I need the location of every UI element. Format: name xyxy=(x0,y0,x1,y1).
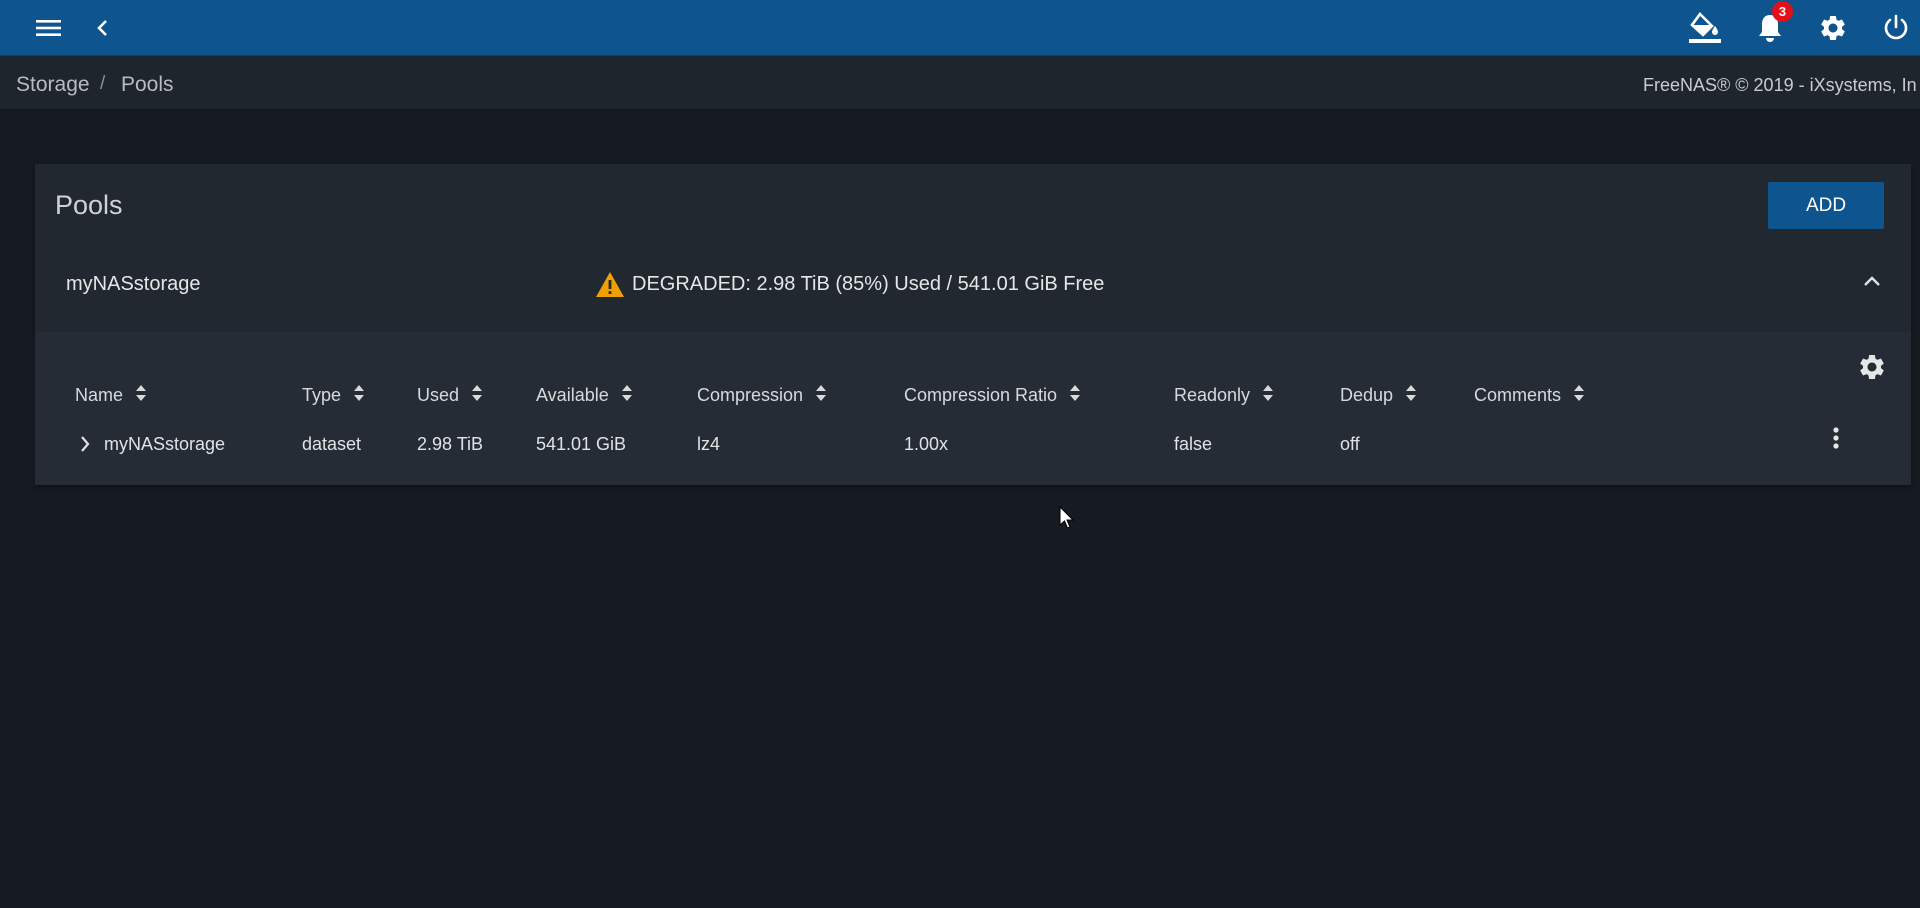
column-header-label: Compression xyxy=(697,385,804,405)
top-toolbar: 3 xyxy=(0,0,1920,56)
cell-type: dataset xyxy=(302,434,362,454)
gear-icon[interactable] xyxy=(1809,0,1857,56)
power-icon[interactable] xyxy=(1872,0,1920,56)
breadcrumb-bar: Storage / Pools FreeNAS® © 2019 - iXsyst… xyxy=(0,56,1920,110)
column-header-dedup[interactable]: Dedup xyxy=(1340,384,1417,407)
column-header-readonly[interactable]: Readonly xyxy=(1174,384,1274,407)
column-header-label: Used xyxy=(417,385,460,405)
notification-badge: 3 xyxy=(1772,1,1793,22)
chevron-left-icon[interactable] xyxy=(78,0,126,56)
chevron-right-icon[interactable] xyxy=(79,435,91,458)
page-title: Pools xyxy=(55,190,123,220)
sort-icon xyxy=(471,384,483,407)
pool-status: DEGRADED: 2.98 TiB (85%) Used / 541.01 G… xyxy=(632,273,1105,295)
column-header-label: Readonly xyxy=(1174,385,1251,405)
warning-icon xyxy=(595,271,625,303)
breadcrumb-item-pools: Pools xyxy=(121,73,174,96)
sort-icon xyxy=(1069,384,1081,407)
cell-dedup: off xyxy=(1340,434,1360,454)
column-header-used[interactable]: Used xyxy=(417,384,483,407)
cell-available: 541.01 GiB xyxy=(536,434,627,454)
sort-icon xyxy=(1262,384,1274,407)
column-header-type[interactable]: Type xyxy=(302,384,365,407)
column-header-compression-ratio[interactable]: Compression Ratio xyxy=(904,384,1081,407)
pool-name: myNASstorage xyxy=(66,273,201,295)
cell-readonly: false xyxy=(1174,434,1213,454)
column-header-label: Name xyxy=(75,385,124,405)
column-header-label: Available xyxy=(536,385,609,405)
pool-header[interactable]: myNASstorage DEGRADED: 2.98 TiB (85%) Us… xyxy=(35,256,1911,312)
add-pool-button[interactable]: ADD xyxy=(1768,182,1884,229)
menu-icon[interactable] xyxy=(25,0,73,56)
cell-used: 2.98 TiB xyxy=(417,434,484,454)
sort-icon xyxy=(353,384,365,407)
column-header-label: Type xyxy=(302,385,342,405)
chevron-up-icon[interactable] xyxy=(1862,274,1882,293)
table-settings-gear-icon[interactable] xyxy=(1857,352,1887,387)
breadcrumb-item-storage[interactable]: Storage xyxy=(16,73,90,97)
column-header-name[interactable]: Name xyxy=(75,384,147,407)
column-header-label: Dedup xyxy=(1340,385,1394,405)
mouse-cursor-icon xyxy=(1059,505,1075,535)
column-header-comments[interactable]: Comments xyxy=(1474,384,1585,407)
column-header-label: Comments xyxy=(1474,385,1562,405)
sort-icon xyxy=(1573,384,1585,407)
column-header-available[interactable]: Available xyxy=(536,384,633,407)
sort-icon xyxy=(135,384,147,407)
column-header-compression[interactable]: Compression xyxy=(697,384,827,407)
paint-bucket-icon[interactable] xyxy=(1681,0,1729,56)
cell-name[interactable]: myNASstorage xyxy=(104,434,225,455)
more-vert-icon[interactable] xyxy=(1832,426,1840,455)
column-header-label: Compression Ratio xyxy=(904,385,1058,405)
cell-compression-ratio: 1.00x xyxy=(904,434,949,454)
pools-card: Pools ADD myNASstorage DEGRADED: 2.98 Ti… xyxy=(35,164,1911,485)
bell-icon[interactable]: 3 xyxy=(1746,0,1794,56)
breadcrumb-separator: / xyxy=(100,73,106,94)
sort-icon xyxy=(621,384,633,407)
cell-compression: lz4 xyxy=(697,434,721,454)
dataset-table: Name Type Used Available Compression Com… xyxy=(35,332,1911,485)
sort-icon xyxy=(1405,384,1417,407)
copyright-text: FreeNAS® © 2019 - iXsystems, In xyxy=(1643,75,1917,95)
sort-icon xyxy=(815,384,827,407)
